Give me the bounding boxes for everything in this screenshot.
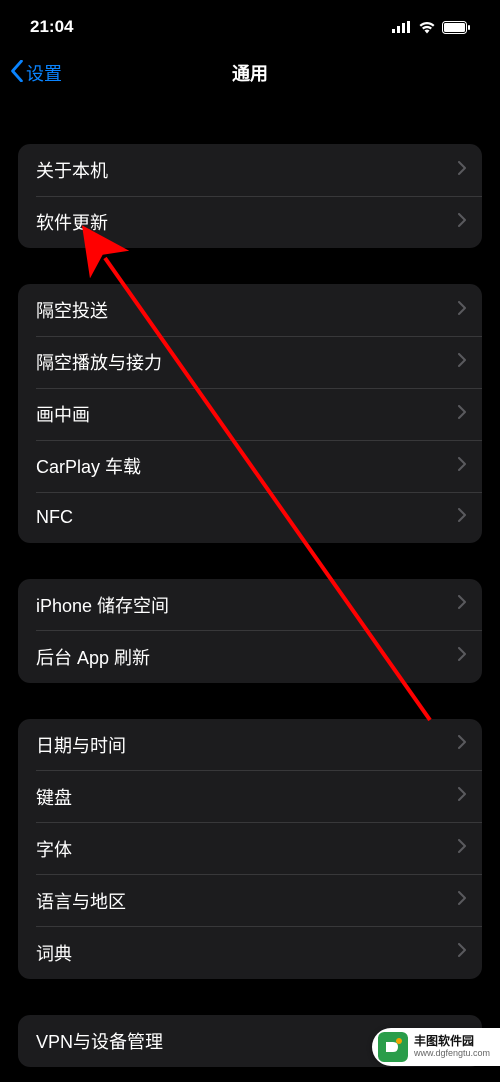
cell-label: VPN与设备管理	[36, 1028, 163, 1054]
wifi-icon	[418, 21, 436, 34]
status-indicators	[392, 21, 470, 34]
cell-fonts[interactable]: 字体	[18, 823, 482, 875]
cell-carplay[interactable]: CarPlay 车载	[18, 440, 482, 492]
cell-label: 隔空投送	[36, 297, 108, 323]
cell-nfc[interactable]: NFC	[18, 492, 482, 543]
cell-label: iPhone 储存空间	[36, 592, 169, 618]
watermark: 丰图软件园 www.dgfengtu.com	[372, 1028, 500, 1066]
cell-airdrop[interactable]: 隔空投送	[18, 284, 482, 336]
watermark-title: 丰图软件园	[414, 1035, 490, 1048]
chevron-right-icon	[458, 647, 466, 666]
cell-iphone-storage[interactable]: iPhone 储存空间	[18, 579, 482, 631]
chevron-right-icon	[458, 839, 466, 858]
cell-label: 后台 App 刷新	[36, 644, 150, 670]
back-button[interactable]: 设置	[10, 60, 62, 87]
settings-group: iPhone 储存空间 后台 App 刷新	[18, 579, 482, 683]
watermark-url: www.dgfengtu.com	[414, 1049, 490, 1059]
chevron-right-icon	[458, 457, 466, 476]
cell-dictionary[interactable]: 词典	[18, 927, 482, 979]
cell-date-time[interactable]: 日期与时间	[18, 719, 482, 771]
chevron-right-icon	[458, 353, 466, 372]
chevron-right-icon	[458, 301, 466, 320]
cell-background-app-refresh[interactable]: 后台 App 刷新	[18, 631, 482, 683]
cell-label: 字体	[36, 836, 72, 862]
settings-content: 关于本机 软件更新 隔空投送 隔空播放与接力 画中画 CarPlay 车载 NF…	[0, 144, 500, 1067]
cell-software-update[interactable]: 软件更新	[18, 196, 482, 248]
status-bar: 21:04	[0, 0, 500, 50]
settings-group: 关于本机 软件更新	[18, 144, 482, 248]
watermark-logo-icon	[378, 1032, 408, 1062]
back-label: 设置	[26, 60, 62, 86]
cell-label: 日期与时间	[36, 732, 126, 758]
cell-label: NFC	[36, 507, 73, 528]
chevron-right-icon	[458, 735, 466, 754]
navigation-bar: 设置 通用	[0, 50, 500, 104]
cellular-signal-icon	[392, 21, 412, 33]
chevron-right-icon	[458, 161, 466, 180]
chevron-right-icon	[458, 508, 466, 527]
chevron-right-icon	[458, 787, 466, 806]
settings-group: 日期与时间 键盘 字体 语言与地区 词典	[18, 719, 482, 979]
page-title: 通用	[232, 60, 268, 86]
cell-keyboard[interactable]: 键盘	[18, 771, 482, 823]
chevron-right-icon	[458, 943, 466, 962]
settings-group: 隔空投送 隔空播放与接力 画中画 CarPlay 车载 NFC	[18, 284, 482, 543]
cell-picture-in-picture[interactable]: 画中画	[18, 388, 482, 440]
cell-label: 词典	[36, 940, 72, 966]
chevron-right-icon	[458, 405, 466, 424]
cell-airplay-handoff[interactable]: 隔空播放与接力	[18, 336, 482, 388]
cell-label: 隔空播放与接力	[36, 349, 162, 375]
cell-label: 键盘	[36, 784, 72, 810]
cell-about[interactable]: 关于本机	[18, 144, 482, 196]
status-time: 21:04	[30, 17, 73, 37]
cell-label: 画中画	[36, 401, 90, 427]
chevron-right-icon	[458, 213, 466, 232]
cell-label: 语言与地区	[36, 888, 126, 914]
chevron-right-icon	[458, 891, 466, 910]
chevron-left-icon	[10, 60, 24, 87]
chevron-right-icon	[458, 595, 466, 614]
cell-language-region[interactable]: 语言与地区	[18, 875, 482, 927]
cell-label: CarPlay 车载	[36, 453, 141, 479]
cell-label: 软件更新	[36, 209, 108, 235]
cell-label: 关于本机	[36, 157, 108, 183]
battery-icon	[442, 21, 470, 34]
